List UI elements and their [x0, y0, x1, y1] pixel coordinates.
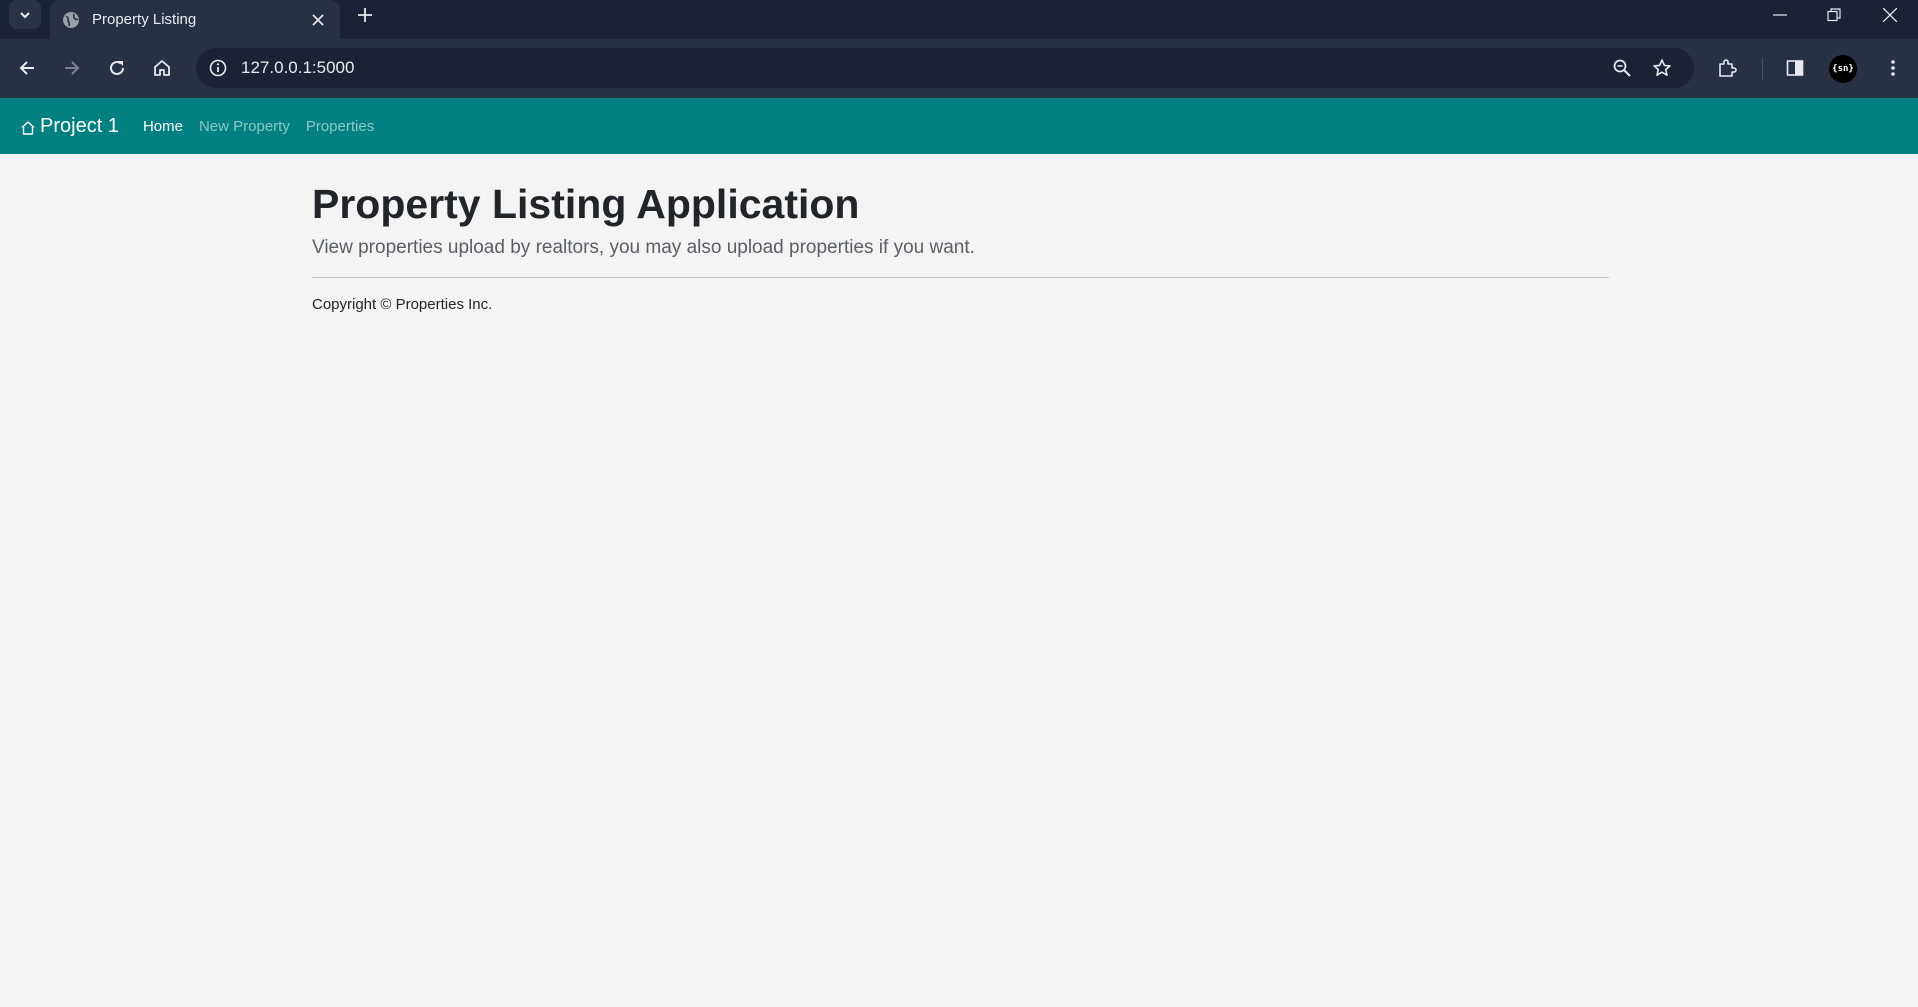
reload-button[interactable]: [101, 52, 133, 84]
browser-toolbar: 127.0.0.1:5000 {sn}: [0, 39, 1918, 98]
url-text[interactable]: 127.0.0.1:5000: [241, 48, 354, 88]
restore-icon: [1827, 7, 1841, 21]
tab-close-button[interactable]: [306, 8, 330, 32]
extensions-button[interactable]: [1711, 52, 1743, 84]
globe-icon: [63, 11, 79, 28]
address-bar[interactable]: 127.0.0.1:5000: [196, 48, 1694, 88]
back-button[interactable]: [11, 52, 43, 84]
bookmark-button[interactable]: [1648, 54, 1676, 82]
window-close-icon: [1883, 7, 1897, 22]
nav-links: Home New Property Properties: [143, 118, 390, 135]
divider: [312, 277, 1609, 279]
plus-icon: [358, 8, 372, 22]
info-icon: [209, 59, 227, 77]
home-icon: [154, 60, 170, 76]
extensions-icon: [1719, 59, 1737, 77]
footer-copyright: Copyright © Properties Inc.: [312, 296, 493, 314]
brand-link[interactable]: Project 1: [20, 115, 119, 138]
site-info-button[interactable]: [202, 52, 234, 84]
page-title: Property Listing Application: [312, 181, 860, 227]
profile-avatar[interactable]: {sn}: [1829, 55, 1857, 83]
site-navbar: Project 1 Home New Property Properties: [0, 98, 1918, 154]
new-tab-button[interactable]: [352, 2, 378, 28]
nav-link-properties[interactable]: Properties: [306, 118, 374, 135]
minimize-icon: [1773, 13, 1787, 16]
reload-icon: [110, 60, 124, 75]
forward-button[interactable]: [56, 52, 88, 84]
star-icon: [1653, 59, 1671, 76]
house-icon: [21, 120, 35, 135]
profile-label: {sn}: [1832, 64, 1854, 74]
toolbar-separator: [1762, 58, 1763, 80]
more-menu-button[interactable]: [1877, 52, 1909, 84]
page-lead: View properties upload by realtors, you …: [312, 237, 975, 259]
forward-icon: [65, 61, 80, 75]
side-panel-icon: [1786, 60, 1804, 76]
nav-link-new-property[interactable]: New Property: [199, 118, 290, 135]
browser-tab[interactable]: Property Listing: [50, 0, 340, 39]
more-icon: [1891, 60, 1895, 76]
back-icon: [19, 61, 34, 75]
minimize-button[interactable]: [1752, 0, 1808, 29]
side-panel-button[interactable]: [1779, 52, 1811, 84]
tab-search-icon: [20, 11, 30, 18]
zoom-button[interactable]: [1608, 54, 1636, 82]
main-content: Property Listing Application View proper…: [312, 154, 1609, 313]
zoom-icon: [1613, 59, 1631, 77]
tab-search-button[interactable]: [9, 0, 41, 29]
close-icon: [312, 13, 324, 26]
window-close-button[interactable]: [1862, 0, 1918, 29]
brand-text: Project 1: [40, 114, 119, 137]
tab-title: Property Listing: [92, 11, 197, 28]
restore-button[interactable]: [1806, 0, 1862, 29]
home-button[interactable]: [146, 52, 178, 84]
browser-tab-strip: Property Listing: [0, 0, 1918, 39]
nav-link-home[interactable]: Home: [143, 118, 183, 135]
